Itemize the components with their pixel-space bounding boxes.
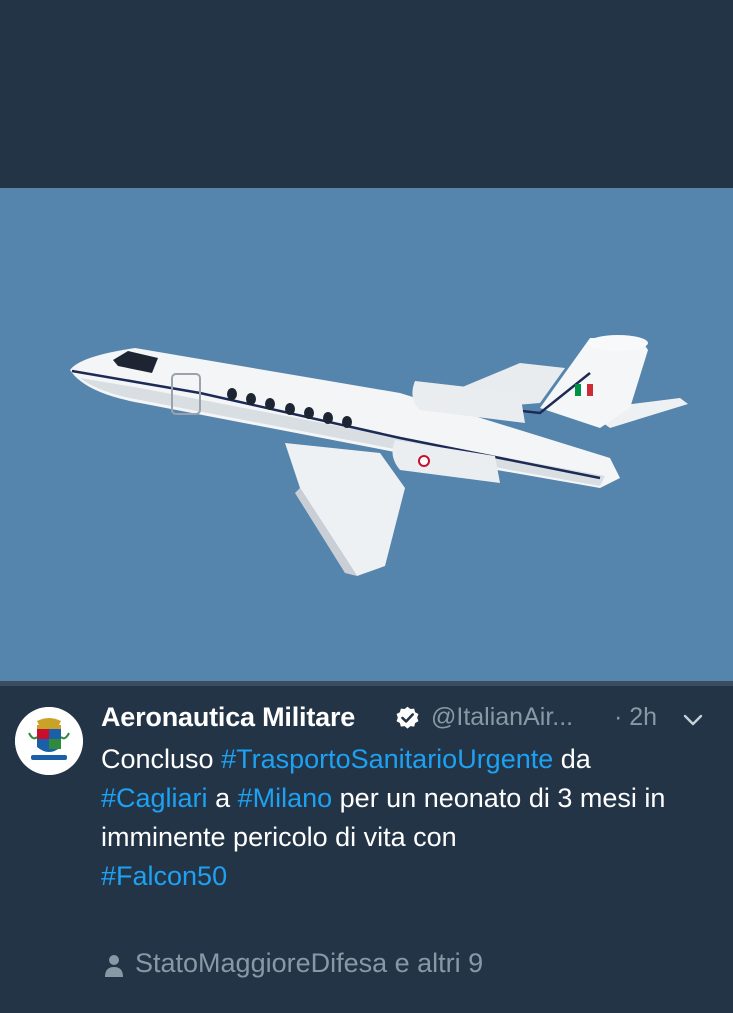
author-name[interactable]: Aeronautica Militare	[101, 702, 355, 733]
falcon-jet-photo	[0, 188, 733, 681]
hashtag-link[interactable]: #Milano	[238, 783, 333, 813]
tweet-timestamp[interactable]: · 2h	[614, 703, 657, 732]
tweet-media-image[interactable]	[0, 188, 733, 681]
hashtag-link[interactable]: #Falcon50	[101, 861, 227, 891]
tweet-header: Aeronautica Militare @ItalianAir... · 2h	[101, 700, 721, 740]
tweet-text: Concluso #TrasportoSanitarioUrgente da #C…	[101, 740, 701, 896]
author-avatar[interactable]	[15, 707, 83, 775]
tweet-text-segment: Concluso	[101, 744, 222, 774]
tweet-text-segment: da	[553, 744, 591, 774]
timestamp-value: 2h	[629, 703, 658, 731]
tweet-text-segment: a	[207, 783, 238, 813]
verified-badge-icon	[396, 706, 419, 729]
top-bar	[0, 0, 733, 188]
timestamp-separator: ·	[614, 703, 630, 731]
person-icon	[105, 955, 123, 977]
social-context-text: StatoMaggioreDifesa e altri 9	[135, 948, 484, 978]
aeronautica-crest-icon	[15, 707, 83, 775]
chevron-down-icon[interactable]	[681, 708, 705, 732]
hashtag-link[interactable]: #TrasportoSanitarioUrgente	[221, 744, 553, 774]
author-handle[interactable]: @ItalianAir...	[431, 703, 573, 732]
hashtag-link[interactable]: #Cagliari	[101, 783, 208, 813]
